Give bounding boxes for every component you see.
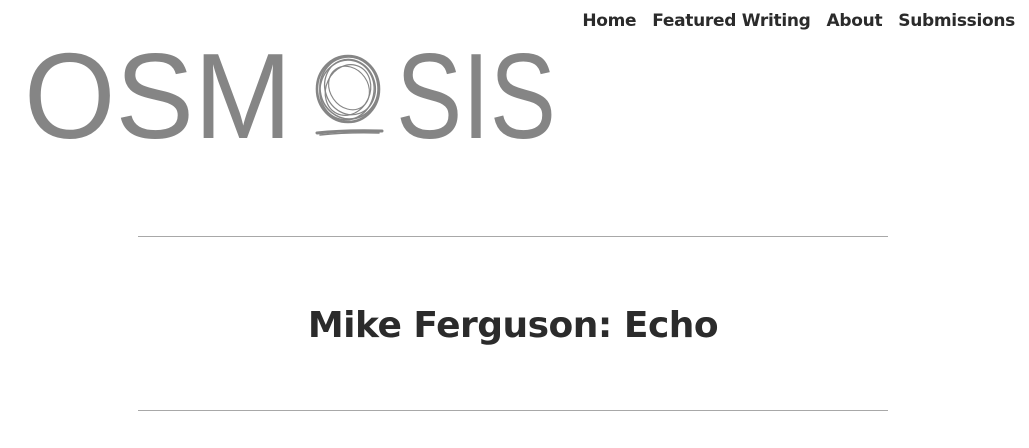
title-divider-top [138, 236, 888, 237]
logo-text-sis: SIS [396, 28, 556, 164]
nav-link-submissions[interactable]: Submissions [898, 9, 1015, 33]
nav-item-featured-writing: Featured Writing [652, 9, 811, 33]
site-logo[interactable]: OSM SIS [24, 28, 560, 164]
main-nav: Home Featured Writing About Submissions [582, 9, 1015, 33]
nav-item-about: About [827, 9, 883, 33]
nav-item-submissions: Submissions [898, 9, 1015, 33]
nav-link-featured-writing[interactable]: Featured Writing [652, 9, 811, 33]
nav-link-about[interactable]: About [827, 9, 883, 33]
scribbled-o-icon [315, 54, 384, 136]
nav-link-home[interactable]: Home [582, 9, 636, 33]
logo-text-osm: OSM [24, 28, 292, 164]
title-divider-bottom [138, 410, 888, 411]
nav-item-home: Home [582, 9, 636, 33]
site-logo-graphic: OSM SIS [24, 28, 556, 164]
page-title: Mike Ferguson: Echo [307, 305, 719, 346]
